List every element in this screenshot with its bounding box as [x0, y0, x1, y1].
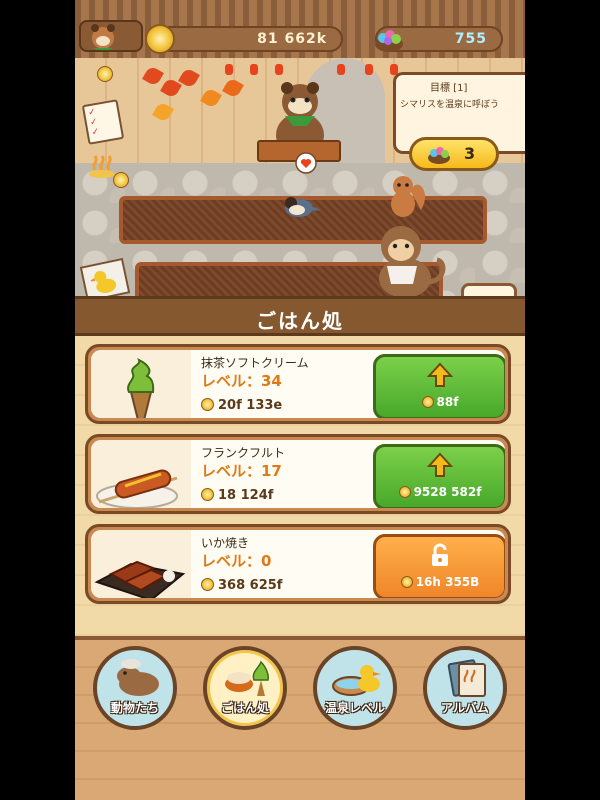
upgrade-price: 88f — [376, 395, 504, 409]
item-level: レベル：17 — [201, 462, 282, 480]
player-avatar[interactable] — [79, 20, 143, 52]
coin-icon — [113, 172, 129, 188]
item-name: フランクフルト — [201, 446, 286, 460]
album-icon — [447, 659, 486, 697]
lantern — [365, 64, 373, 75]
gem-bowl-icon — [375, 30, 403, 52]
nav-label: 温泉レベル — [324, 701, 385, 715]
coin-icon — [398, 486, 411, 498]
food-icon — [225, 660, 269, 696]
upgrade-button[interactable]: 9528 582f — [373, 444, 505, 508]
mission-text: シマリスを温泉に呼ぼう — [400, 100, 500, 110]
item-income: 20f 133e — [201, 398, 282, 413]
lantern — [275, 64, 283, 75]
nav-label: ごはん処 — [220, 701, 269, 715]
panel-title: ごはん処 — [256, 309, 344, 333]
onsen-income-icon[interactable] — [87, 150, 117, 180]
coin-icon — [97, 66, 113, 82]
matcha-soft-cream-icon — [91, 350, 191, 418]
nav-label: 動物たち — [110, 701, 159, 715]
food-item-matcha: 抹茶ソフトクリーム レベル：34 20f 133e 88f — [85, 344, 511, 424]
heart-bubble-icon[interactable] — [295, 152, 317, 174]
item-income: 18 124f — [201, 488, 273, 503]
upgrade-price-value: 88f — [436, 395, 459, 409]
task-notebook-icon[interactable] — [81, 99, 125, 145]
nav-onsen-level[interactable]: 温泉レベル — [313, 646, 397, 730]
item-level: レベル：34 — [201, 372, 282, 390]
nav-food-shop[interactable]: ごはん処 — [203, 646, 287, 730]
item-name: 抹茶ソフトクリーム — [201, 356, 309, 370]
food-item-frankfurter: フランクフルト レベル：17 18 124f 9528 582f — [85, 434, 511, 514]
gem-bowl-icon — [428, 147, 450, 164]
unlock-price-value: 16h 355B — [415, 575, 480, 589]
hot-spring-scene: 81 662k 755 目標 [1] シマリスを温泉に呼ぼう 3 — [75, 0, 525, 300]
lantern — [337, 64, 345, 75]
frankfurter-icon — [91, 440, 191, 508]
coin-amount: 81 662k — [257, 31, 327, 47]
upgrade-button[interactable]: 88f — [373, 354, 505, 418]
coin-icon — [201, 578, 214, 591]
duck-bath-icon — [332, 665, 381, 696]
arrow-up-icon — [427, 452, 453, 477]
coin-icon — [145, 24, 175, 54]
bottom-navigation: 動物たち ごはん処 温泉レベル アルバム — [75, 636, 525, 800]
item-income-value: 20f 133e — [218, 398, 283, 413]
nav-animals[interactable]: 動物たち — [93, 646, 177, 730]
lantern — [225, 64, 233, 75]
food-item-squid: いか焼き レベル：0 368 625f 16h 355B — [85, 524, 511, 604]
item-name: いか焼き — [201, 536, 250, 550]
item-income-value: 368 625f — [218, 578, 283, 593]
unlock-price: 16h 355B — [376, 575, 504, 589]
arrow-up-icon — [427, 362, 453, 387]
mission-title: 目標 [1] — [430, 83, 468, 94]
nav-label: アルバム — [441, 701, 489, 715]
squirrel-character[interactable] — [385, 170, 429, 220]
sparrow-character[interactable] — [281, 192, 323, 220]
game-screen: 81 662k 755 目標 [1] シマリスを温泉に呼ぼう 3 — [75, 0, 525, 800]
item-level: レベル：0 — [201, 552, 272, 570]
grilled-squid-icon — [91, 530, 191, 598]
panel-header: ごはん処 — [75, 296, 525, 336]
coin-icon — [400, 576, 413, 588]
capybara-icon — [117, 659, 159, 696]
mission-reward-count: 3 — [464, 144, 476, 163]
monkey-character[interactable] — [367, 222, 453, 298]
gem-amount: 755 — [454, 31, 487, 47]
unlock-button[interactable]: 16h 355B — [373, 534, 505, 598]
item-income-value: 18 124f — [218, 488, 274, 503]
item-income: 368 625f — [201, 578, 282, 593]
unlock-icon — [432, 543, 448, 566]
coin-icon — [201, 488, 214, 501]
coin-icon — [201, 398, 214, 411]
upgrade-price: 9528 582f — [376, 485, 504, 499]
coin-icon — [421, 396, 434, 408]
nav-album[interactable]: アルバム — [423, 646, 507, 730]
lantern — [250, 64, 258, 75]
upgrade-price-value: 9528 582f — [413, 485, 482, 499]
mission-reward-button[interactable]: 3 — [409, 137, 499, 171]
